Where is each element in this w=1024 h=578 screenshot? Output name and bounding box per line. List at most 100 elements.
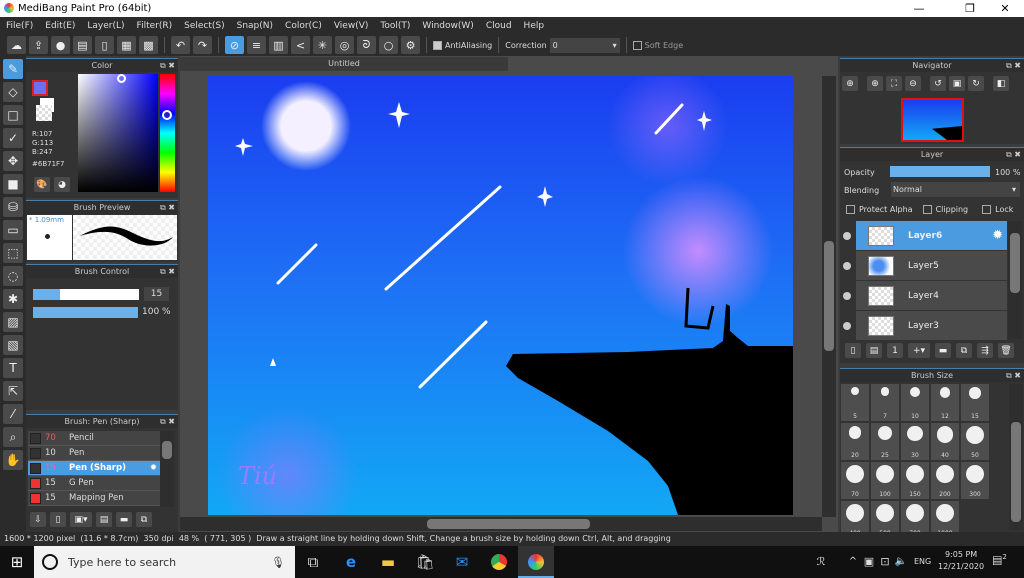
volume-icon[interactable]: 🔈 [890,551,912,573]
fit-icon[interactable]: ⛶ [886,76,902,91]
zoom-in-icon[interactable]: ⊕ [867,76,883,91]
brush-size-option[interactable]: 5 [841,384,869,421]
redo-icon[interactable]: ↷ [193,36,212,54]
delete-layer-icon[interactable]: 🗑 [998,343,1014,358]
hue-slider[interactable] [160,74,175,192]
menu-layer[interactable]: Layer(L) [87,21,124,31]
task-view-icon[interactable]: ⧉ [302,551,324,573]
taskbar-search[interactable]: Type here to search 🎙 [34,546,295,578]
palette-icon[interactable]: 🎨 [34,177,50,192]
document-tab[interactable]: Untitled [180,57,508,71]
layer-item-layer3[interactable]: Layer3 [843,311,1007,341]
palette-settings-icon[interactable]: ◕ [54,177,70,192]
panel-close-icon[interactable]: ⧉ ✖ [160,201,175,214]
brush-size-option[interactable]: 15 [961,384,989,421]
page-icon[interactable]: ▯ [95,36,114,54]
layer-opacity-slider[interactable] [890,166,990,177]
picker-handle[interactable] [117,74,126,83]
menu-select[interactable]: Select(S) [184,21,225,31]
rotate-left-icon[interactable]: ↺ [930,76,946,91]
brush-item-pen[interactable]: 10 Pen [28,446,160,461]
snap-concentric-icon[interactable]: ◎ [335,36,354,54]
canvas-horizontal-scrollbar[interactable] [180,517,822,531]
snap-circle-icon[interactable]: ○ [379,36,398,54]
operation-tool-icon[interactable]: ⇱ [3,381,23,401]
move-tool-icon[interactable]: ✥ [3,151,23,171]
duplicate-icon[interactable]: ⧉ [136,512,152,527]
layer-item-layer6[interactable]: Layer6 ✹ [843,221,1007,251]
blending-select[interactable]: Normal ▾ [891,182,1020,197]
edge-icon[interactable]: e [340,551,362,573]
brush-size-slider[interactable] [33,289,139,300]
cloud-icon[interactable]: ☁ [7,36,26,54]
visibility-icon[interactable] [843,261,851,270]
snap-cross-icon[interactable]: ▥ [269,36,288,54]
menu-help[interactable]: Help [524,21,545,31]
brush-item-g-pen[interactable]: 15 G Pen [28,476,160,491]
magic-wand-tool-icon[interactable]: ✱ [3,289,23,309]
gear-icon[interactable]: ✹ [150,463,157,473]
check-icon[interactable]: ▩ [139,36,158,54]
visibility-icon[interactable] [843,321,851,330]
new-halftone-layer-icon[interactable]: ▤ [866,343,882,358]
store-icon[interactable]: 🛍 [414,551,436,573]
brush-script-icon[interactable]: ▤ [96,512,112,527]
visibility-icon[interactable] [843,231,851,240]
fill-rect-tool-icon[interactable]: ■ [3,174,23,194]
brush-size-option[interactable]: 25 [871,423,899,460]
flip-icon[interactable]: ◧ [993,76,1009,91]
people-icon[interactable]: ℛ [810,551,832,573]
brush-size-option[interactable]: 40 [931,423,959,460]
brush-size-option[interactable]: 7 [871,384,899,421]
comment-icon[interactable]: ● [51,36,70,54]
select-pen-tool-icon[interactable]: ▨ [3,312,23,332]
canvas-vertical-scrollbar[interactable] [822,76,836,517]
windows-start-icon[interactable]: ⊞ [6,551,28,573]
brush-size-option[interactable]: 70 [841,462,869,499]
menu-tool[interactable]: Tool(T) [380,21,410,31]
brush-size-option[interactable]: 12 [931,384,959,421]
hand-tool-icon[interactable]: ✋ [3,450,23,470]
menu-cloud[interactable]: Cloud [486,21,512,31]
folder-icon[interactable]: ▬ [116,512,132,527]
minimize-button[interactable]: — [904,0,934,17]
merge-layer-icon[interactable]: ⇶ [977,343,993,358]
new-layer-icon[interactable]: ▯ [845,343,861,358]
soft-edge-checkbox[interactable] [632,40,642,50]
transparent-swatch[interactable] [36,105,52,121]
brush-opacity-slider[interactable] [33,307,138,318]
drawing-canvas[interactable]: Tiú [208,66,793,546]
menu-file[interactable]: File(F) [6,21,33,31]
stroke-tool-icon[interactable]: ✓ [3,128,23,148]
menu-view[interactable]: View(V) [334,21,369,31]
new-brush-icon[interactable]: ▯ [50,512,66,527]
snap-parallel-icon[interactable]: ≡ [247,36,266,54]
snap-curve-icon[interactable]: ᘐ [357,36,376,54]
file-explorer-icon[interactable]: ▬ [377,551,399,573]
brush-size-option[interactable]: 30 [901,423,929,460]
bucket-tool-icon[interactable]: ⛁ [3,197,23,217]
layer-folder-icon[interactable]: ▬ [935,343,951,358]
divide-tool-icon[interactable]: ⁄ [3,404,23,424]
saturation-value-picker[interactable] [78,74,158,192]
brush-size-option[interactable]: 300 [961,462,989,499]
layer-item-layer4[interactable]: Layer4 [843,281,1007,311]
text-tool-icon[interactable]: T [3,358,23,378]
share-icon[interactable]: ⇪ [29,36,48,54]
brush-size-option[interactable]: 20 [841,423,869,460]
notification-icon[interactable]: ▤2 [992,553,1007,567]
brush-tool-icon[interactable]: ✎ [3,59,23,79]
brush-item-pencil[interactable]: 70 Pencil [28,431,160,446]
panel-close-icon[interactable]: ⧉ ✖ [1006,369,1021,382]
zoom-actual-icon[interactable]: ⊕ [842,76,858,91]
menu-filter[interactable]: Filter(R) [137,21,173,31]
snap-radial-icon[interactable]: ✳ [313,36,332,54]
snap-settings-icon[interactable]: ⚙ [401,36,420,54]
close-button[interactable]: ✕ [990,0,1020,17]
rotate-right-icon[interactable]: ↻ [968,76,984,91]
add-layer-dropdown-icon[interactable]: +▾ [908,343,930,358]
new-1bit-layer-icon[interactable]: 1 [887,343,903,358]
snap-off-icon[interactable]: ⊘ [225,36,244,54]
antialiasing-checkbox[interactable] [433,40,442,50]
menu-edit[interactable]: Edit(E) [45,21,75,31]
